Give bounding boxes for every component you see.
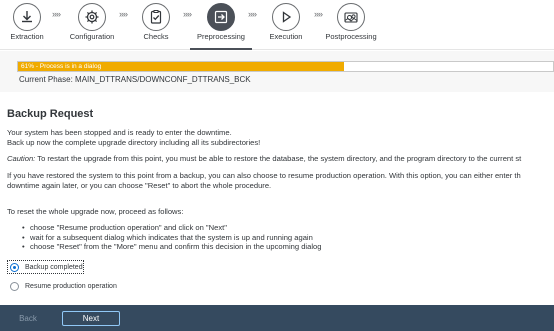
import-icon (207, 3, 235, 31)
restore-line: downtime again later, or you can choose … (7, 181, 272, 190)
caution-text: Caution: To restart the upgrade from thi… (7, 154, 521, 164)
next-button[interactable]: Next (62, 311, 120, 326)
progress-fill: 61% - Process is in a dialog (18, 62, 345, 71)
page-title: Backup Request (7, 108, 94, 120)
option-backup-completed[interactable]: Backup completed (10, 263, 83, 272)
back-button[interactable]: Back (8, 311, 48, 326)
play-icon (272, 3, 300, 31)
dialog-content: Backup Request Your system has been stop… (0, 92, 554, 305)
intro-line: Your system has been stopped and is read… (7, 128, 232, 137)
step-label: Execution (269, 32, 303, 41)
caution-label: Caution: (7, 154, 36, 163)
option-label: Resume production operation (25, 283, 117, 290)
intro-line: Back up now the complete upgrade directo… (7, 138, 261, 147)
step-extraction[interactable]: Extraction (0, 0, 62, 50)
download-icon (13, 3, 41, 31)
step-checks[interactable]: Checks (121, 0, 191, 50)
step-label: Extraction (10, 32, 44, 41)
progress-bar: 61% - Process is in a dialog (17, 61, 554, 72)
reset-steps-list: choose "Resume production operation" and… (22, 223, 321, 252)
step-postprocessing[interactable]: Postprocessing (316, 0, 386, 50)
option-resume-production[interactable]: Resume production operation (10, 282, 117, 291)
clipboard-check-icon (142, 3, 170, 31)
step-preprocessing[interactable]: Preprocessing (186, 0, 256, 50)
radio-button[interactable] (10, 282, 19, 291)
step-label: Checks (143, 32, 169, 41)
radio-button[interactable] (10, 263, 19, 272)
gear-icon (78, 3, 106, 31)
list-item: choose "Resume production operation" and… (22, 223, 321, 233)
step-label: Configuration (69, 32, 115, 41)
step-configuration[interactable]: Configuration (57, 0, 127, 50)
footer-bar: Back Next (0, 305, 554, 331)
roadmap: Extraction »» Configuration »» Checks »»… (0, 0, 554, 50)
step-label: Postprocessing (325, 32, 377, 41)
restore-text: If you have restored the system to this … (7, 171, 521, 191)
current-phase: Current Phase: MAIN_DTTRANS/DOWNCONF_DTT… (19, 75, 251, 84)
option-label: Backup completed (25, 264, 83, 271)
list-item: choose "Reset" from the "More" menu and … (22, 242, 321, 252)
progress-text: 61% - Process is in a dialog (21, 63, 102, 70)
caution-body: To restart the upgrade from this point, … (35, 154, 522, 163)
reset-instructions: To reset the whole upgrade now, proceed … (7, 207, 184, 216)
step-execution[interactable]: Execution (251, 0, 321, 50)
restore-line: If you have restored the system to this … (7, 171, 521, 180)
gears-picture-icon (337, 3, 365, 31)
progress-area: 61% - Process is in a dialog Current Pha… (0, 51, 554, 92)
list-item: wait for a subsequent dialog which indic… (22, 233, 321, 243)
intro-text: Your system has been stopped and is read… (7, 128, 260, 148)
step-label: Preprocessing (197, 32, 245, 41)
